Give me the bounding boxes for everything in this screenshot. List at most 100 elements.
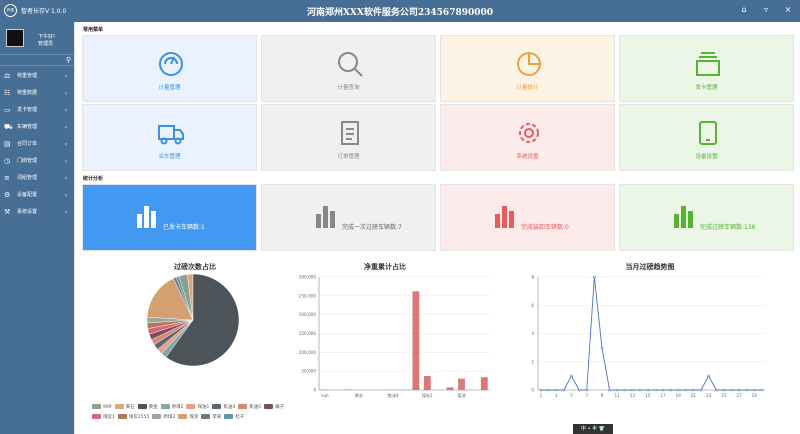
legend-label: 煤炭1: [103, 415, 115, 420]
greeting-text: 下午好!: [38, 34, 56, 40]
sidebar-search[interactable]: ⚲: [0, 54, 74, 66]
search-icon[interactable]: ⚲: [66, 56, 71, 64]
stat-card-1[interactable]: 完成一次过磅车辆数:7: [261, 184, 436, 251]
legend-item[interactable]: 999: [92, 404, 112, 410]
bar-chart-icon: [674, 206, 693, 228]
legend-label: 黄石: [125, 405, 135, 410]
menu-card-0[interactable]: 计量管理: [82, 35, 257, 102]
menu-card-4[interactable]: 派车管理: [82, 104, 257, 171]
legend-item[interactable]: 煤油1: [186, 404, 209, 410]
sidebar-item-label: 系统设置: [17, 209, 38, 215]
legend-item[interactable]: 焦油4: [212, 404, 235, 410]
tablet-icon: [698, 121, 717, 145]
chevron-icon: ‹: [64, 90, 67, 97]
device-icon: ⚙: [4, 191, 11, 199]
legend-item[interactable]: 焦油5: [238, 404, 261, 410]
menu-card-2[interactable]: 计量统计: [440, 35, 615, 102]
company-name: 河南郑州XXX软件服务公司234567890000: [306, 8, 494, 18]
legend-item[interactable]: 桔子: [224, 414, 244, 420]
title-bar: 称重 智者长存V 1.0.0 河南郑州XXX软件服务公司234567890000…: [0, 0, 800, 22]
sidebar-item-7[interactable]: ⚙ 设备配置 ‹: [0, 187, 74, 204]
truck-icon: [157, 125, 184, 145]
legend-item[interactable]: 原煤2: [160, 404, 183, 410]
chevron-icon: ‹: [64, 124, 67, 131]
legend-label: 桔子: [235, 415, 245, 420]
doc-icon: ▤: [4, 140, 11, 148]
avatar[interactable]: [6, 29, 24, 47]
legend-item[interactable]: 黄石: [114, 404, 135, 410]
stat-card-2[interactable]: 完成装卸车辆数:0: [440, 184, 615, 251]
legend-swatch: [186, 404, 196, 409]
menu-card-5[interactable]: 订单管理: [261, 104, 436, 171]
legend-label: 999: [103, 405, 112, 410]
bar-chart: 净重累计占比: [275, 262, 495, 412]
scale-icon: ⚖: [4, 72, 11, 80]
close-icon[interactable]: ×: [782, 4, 794, 16]
sidebar-item-label: 车辆管理: [17, 124, 38, 130]
legend-swatch: [201, 414, 211, 419]
sidebar-item-5[interactable]: ◷ 门岗管理 ‹: [0, 153, 74, 170]
legend-label: 焦油4: [223, 405, 236, 410]
sidebar-item-0[interactable]: ⚖ 称重管理 ‹: [0, 68, 74, 85]
menu-card-6[interactable]: 系统设置: [440, 104, 615, 171]
stat-card-0[interactable]: 已发卡车辆数:1: [82, 184, 257, 251]
bar-chart-icon: [137, 206, 156, 228]
truck-icon: ⛟: [4, 123, 13, 131]
chevron-icon: ‹: [64, 209, 67, 216]
sidebar-item-6[interactable]: ≡ 词组管理 ‹: [0, 170, 74, 187]
legend-label: 煤渣: [189, 415, 199, 420]
bar-chart-icon: [495, 206, 514, 228]
pie-chart: 过磅次数占比: [135, 262, 255, 412]
chart-icon: ☷: [4, 89, 11, 97]
pie-legend: 999 黄石 黄金 原煤2 煤油1 焦油4 焦油5 橘子煤炭1 煤炭1555 原煤2 煤渣 苹果 桔子: [92, 404, 302, 424]
stack-icon: [695, 52, 720, 76]
sidebar-item-2[interactable]: ▭ 发卡管理 ‹: [0, 102, 74, 119]
sidebar-item-label: 设备配置: [17, 192, 38, 198]
sidebar-item-3[interactable]: ⛟ 车辆管理 ‹: [0, 119, 74, 136]
menu-card-label: 计量查询: [337, 85, 360, 91]
role-text: 管理员: [38, 41, 54, 47]
stat-card-3[interactable]: 完成过磅车辆数:136: [619, 184, 794, 251]
home-icon[interactable]: ⌂: [738, 4, 750, 16]
legend-item[interactable]: 原煤2: [152, 414, 175, 420]
menu-card-3[interactable]: 发卡管理: [619, 35, 794, 102]
shirt-icon[interactable]: ▿: [760, 4, 772, 16]
line-chart-title: 当月过磅趋势图: [625, 263, 675, 271]
chevron-icon: ‹: [64, 175, 67, 182]
legend-item[interactable]: 苹果: [201, 414, 221, 420]
legend-label: 苹果: [212, 415, 222, 420]
legend-swatch: [117, 414, 127, 419]
legend-swatch: [264, 404, 274, 409]
legend-item[interactable]: 煤炭1555: [117, 414, 150, 420]
legend-item[interactable]: 煤炭1: [92, 414, 115, 420]
chevron-icon: ‹: [64, 107, 67, 114]
legend-swatch: [224, 414, 234, 419]
chevron-icon: ‹: [64, 141, 67, 148]
menu-card-label: 计量统计: [516, 85, 539, 91]
menu-card-7[interactable]: 设备设置: [619, 104, 794, 171]
legend-swatch: [92, 404, 101, 409]
legend-item[interactable]: 煤渣: [178, 414, 198, 420]
gear-icon: [518, 123, 539, 143]
menu-card-1[interactable]: 计量查询: [261, 35, 436, 102]
legend-item[interactable]: 黄金: [137, 404, 158, 410]
sidebar-item-4[interactable]: ▤ 合同订单 ‹: [0, 136, 74, 153]
sidebar-item-1[interactable]: ☷ 称重数据 ‹: [0, 85, 74, 102]
legend-label: 煤油1: [197, 405, 210, 410]
legend-label: 橘子: [275, 405, 285, 410]
legend-swatch: [212, 404, 222, 409]
legend-swatch: [92, 414, 101, 419]
legend-swatch: [178, 414, 188, 419]
document-icon: [340, 121, 359, 145]
input-method-bar[interactable]: 中 • 半 👕: [573, 424, 613, 434]
stat-card-label: 完成过磅车辆数:136: [700, 224, 756, 231]
sidebar-item-8[interactable]: ⚒ 系统设置 ‹: [0, 204, 74, 221]
legend-item[interactable]: 橘子: [264, 404, 284, 410]
sidebar-item-label: 称重管理: [17, 73, 38, 79]
legend-label: 煤炭1555: [128, 415, 150, 420]
bar-chart-icon: [316, 206, 335, 228]
sidebar-menu: ⚖ 称重管理 ‹ ☷ 称重数据 ‹ ▭ 发卡管理 ‹ ⛟ 车辆管理 ‹ ▤ 合同订单 ‹ ◷ 门岗管理 ‹ ≡ 词组管…: [0, 68, 74, 221]
menu-card-label: 计量管理: [158, 85, 181, 91]
menu-card-label: 派车管理: [158, 154, 181, 160]
legend-swatch: [160, 404, 170, 409]
